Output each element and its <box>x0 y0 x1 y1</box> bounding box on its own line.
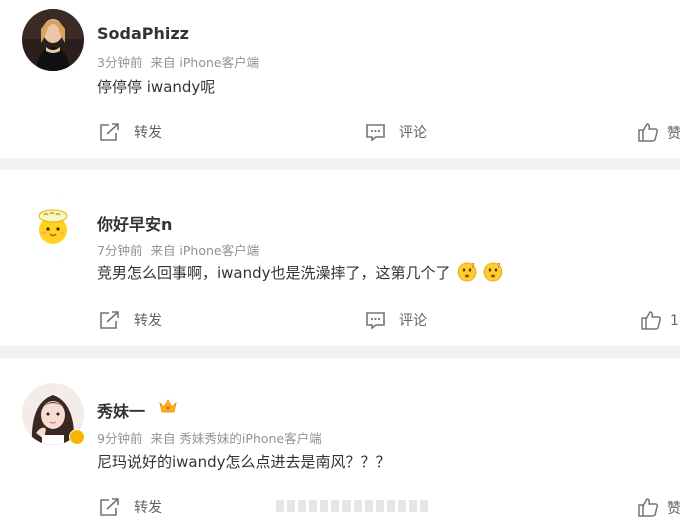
comment-label: 评论 <box>399 125 427 141</box>
avatar[interactable] <box>22 9 84 71</box>
comment-source[interactable]: 来自 秀妹秀妹的iPhone客户端 <box>150 431 321 446</box>
comment-text: 尼玛说好的iwandy怎么点进去是南风？？？ <box>97 453 391 471</box>
thinking-face-emoji: ? <box>483 262 502 282</box>
comment-icon <box>366 124 385 142</box>
like-count: 1 <box>670 312 679 329</box>
verified-badge-icon <box>69 429 85 445</box>
like-label: 赞 <box>667 125 680 142</box>
forward-icon <box>100 123 119 141</box>
like-label: 赞 <box>667 500 680 517</box>
comment-card: SodaPhizz 3分钟前 来自 iPhone客户端 停停停 iwandy呢 转… <box>0 0 680 158</box>
comment-time: 9分钟前 <box>97 431 143 446</box>
forward-icon <box>100 311 119 329</box>
comment-text: 竞男怎么回事啊，iwandy也是洗澡摔了，这第几个了 <box>97 264 451 282</box>
comment-source[interactable]: 来自 iPhone客户端 <box>150 243 259 258</box>
divider <box>0 346 680 358</box>
forward-label: 转发 <box>134 500 162 516</box>
comment-content: 竞男怎么回事啊，iwandy也是洗澡摔了，这第几个了 ? ? <box>97 262 503 283</box>
comment-meta: 9分钟前 来自 秀妹秀妹的iPhone客户端 <box>97 428 322 447</box>
avatar-yellow-chick <box>22 197 84 259</box>
svg-text:?: ? <box>497 262 501 270</box>
forward-label: 转发 <box>134 313 162 329</box>
comment-icon <box>366 312 385 330</box>
username[interactable]: SodaPhizz <box>97 24 189 43</box>
svg-text:?: ? <box>471 262 475 270</box>
username[interactable]: 秀妹一 <box>97 398 145 422</box>
comment-button[interactable]: 评论 <box>365 122 427 142</box>
divider <box>0 158 680 170</box>
comment-meta: 3分钟前 来自 iPhone客户端 <box>97 52 259 71</box>
comment-card: 你好早安n 7分钟前 来自 iPhone客户端 竞男怎么回事啊，iwandy也是洗… <box>0 170 680 346</box>
forward-button[interactable]: 转发 <box>99 122 162 142</box>
like-button[interactable]: 赞 <box>637 122 680 143</box>
like-button[interactable]: 1 <box>640 310 679 331</box>
username[interactable]: 你好早安n <box>97 211 172 235</box>
forward-button[interactable]: 转发 <box>99 310 162 330</box>
like-button[interactable]: 赞 <box>637 497 680 518</box>
comment-meta: 7分钟前 来自 iPhone客户端 <box>97 240 259 259</box>
forward-label: 转发 <box>134 125 162 141</box>
comment-source[interactable]: 来自 iPhone客户端 <box>150 55 259 70</box>
comment-label: 评论 <box>399 313 427 329</box>
comment-text: 停停停 iwandy呢 <box>97 78 216 96</box>
loading-placeholder <box>276 500 429 512</box>
thumbs-up-icon <box>641 311 662 330</box>
avatar-woman-dark <box>22 9 84 71</box>
thinking-face-emoji: ? <box>457 262 476 282</box>
forward-button[interactable]: 转发 <box>99 497 162 517</box>
crown-vip-icon[interactable] <box>158 397 178 415</box>
thumbs-up-icon <box>638 498 659 517</box>
thumbs-up-icon <box>638 123 659 142</box>
comment-button[interactable]: 评论 <box>365 310 427 330</box>
forward-icon <box>100 498 119 516</box>
comment-time: 7分钟前 <box>97 243 143 258</box>
comment-time: 3分钟前 <box>97 55 143 70</box>
avatar[interactable] <box>22 197 84 259</box>
